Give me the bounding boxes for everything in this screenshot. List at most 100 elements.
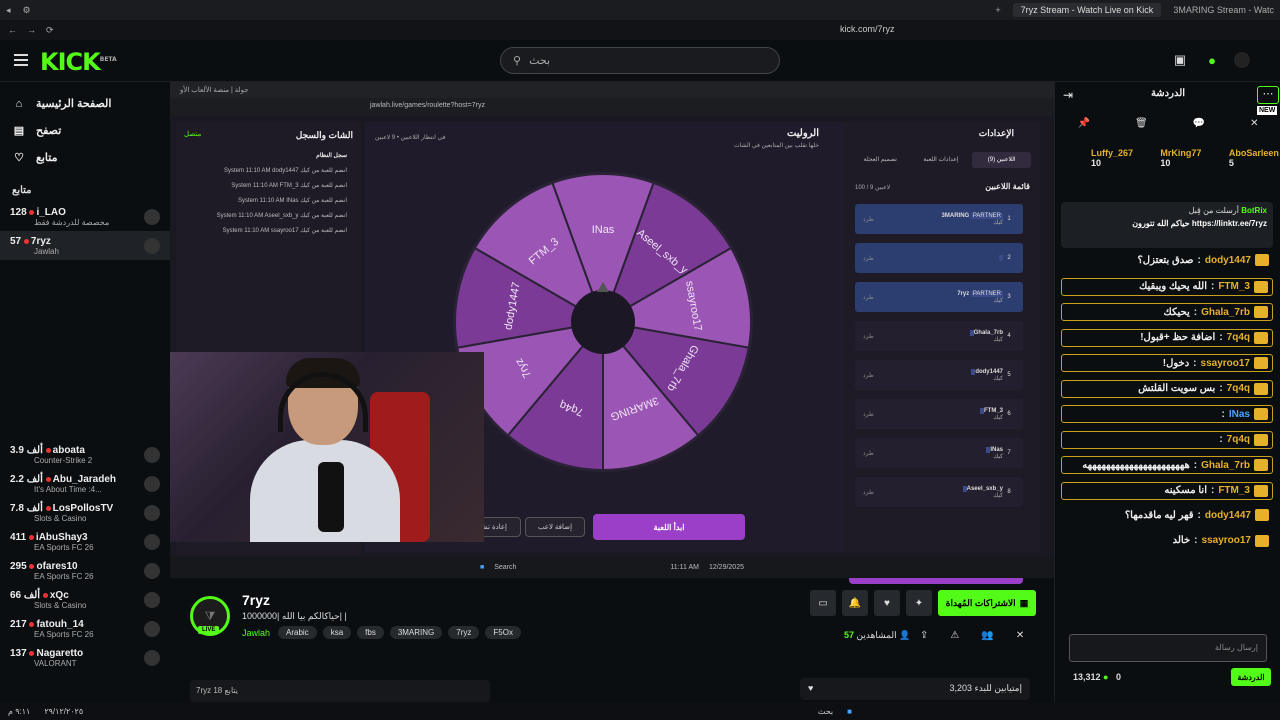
forward-arrow-icon[interactable]: → (27, 25, 36, 35)
notification-button[interactable]: 🔔 (842, 590, 868, 616)
chat-username[interactable]: 7q4q (1227, 332, 1250, 343)
leaderboard-entry[interactable]: MrKing77 10 (1160, 148, 1208, 168)
pinned-text[interactable]: حياكم الله تتورون https://linktr.ee/7ryz (1067, 219, 1267, 228)
kick-player-button[interactable]: طرد (863, 489, 874, 496)
share-icon[interactable]: ⇪ (920, 630, 928, 641)
kick-logo[interactable]: KICKBETA (40, 48, 117, 76)
message-icon[interactable]: 💬 (1193, 118, 1205, 129)
sidebar-channel[interactable]: 2.2 ألف Abu_Jaradeh It's About Time :4... (0, 469, 170, 498)
follow-button[interactable]: ♥ (874, 590, 900, 616)
pin-icon[interactable]: 📌 (1078, 118, 1090, 129)
kick-player-button[interactable]: طرد (863, 255, 874, 262)
nav-following[interactable]: متابع ♡ (0, 144, 170, 171)
reload-icon[interactable]: ⟳ (46, 25, 54, 36)
chat-username[interactable]: 7q4q (1227, 383, 1250, 394)
player-platform: كيك (993, 492, 1003, 499)
back-arrow-icon[interactable]: ← (8, 25, 17, 35)
sidebar-channel[interactable]: 137 Nagaretto VALORANT (0, 643, 170, 672)
tag[interactable]: 7ryz (448, 626, 480, 639)
search-input[interactable]: ⚲ بحث (500, 47, 780, 74)
chat-username[interactable]: ssayroo17 (1201, 358, 1250, 369)
add-player-button[interactable]: إضافة لاعب (525, 517, 585, 537)
partner-badge: PARTNER (970, 212, 1003, 219)
sidebar-channel[interactable]: 57 7ryz Jawlah (0, 231, 170, 260)
sidebar-channel[interactable]: 66 ألف xQc Slots & Casino (0, 585, 170, 614)
chat-username[interactable]: INas (1229, 409, 1250, 420)
chat-username[interactable]: dody1447 (1205, 510, 1251, 521)
kick-player-button[interactable]: طرد (863, 216, 874, 223)
mute-icon[interactable]: ✕ (1016, 630, 1024, 641)
chat-input[interactable]: إرسال رسالة (1069, 634, 1267, 662)
roulette-subtitle: خلها تقلب بين المتابعين في الشات (734, 143, 819, 149)
sidebar-channel[interactable]: 7.8 ألف LosPollosTV Slots & Casino (0, 498, 170, 527)
chat-username[interactable]: dody1447 (1205, 255, 1251, 266)
send-chat-button[interactable]: الدردشة (1231, 668, 1271, 686)
start-game-button[interactable]: ابدأ اللعبة (593, 514, 745, 540)
x-icon[interactable]: ✕ (1250, 118, 1258, 129)
chat-text: صدق بتعتزل؟ (1137, 254, 1194, 266)
chat-username[interactable]: FTM_3 (1218, 281, 1250, 292)
heart-icon[interactable]: ♥ (808, 683, 813, 695)
sidebar-channel[interactable]: 411 iAbuShay3 EA Sports FC 26 (0, 527, 170, 556)
chat-username[interactable]: 7q4q (1227, 434, 1250, 445)
roulette-wheel[interactable]: INas Aseel_sxb_yssayroo17Ghala_7rb3MARING… (453, 172, 753, 472)
gifted-subs-button[interactable]: الاشتراكات المُهداة ▦ (938, 590, 1036, 616)
badge-icon (1254, 484, 1268, 497)
tab-players[interactable]: اللاعبين (9) (972, 152, 1031, 168)
channel-viewers: 137 (10, 647, 27, 659)
avatar[interactable] (1234, 52, 1250, 68)
kick-player-button[interactable]: طرد (863, 372, 874, 379)
menu-icon[interactable] (14, 54, 28, 66)
kick-player-button[interactable]: طرد (863, 450, 874, 457)
kick-player-button[interactable]: طرد (863, 294, 874, 301)
url-field[interactable]: kick.com/7ryz (840, 24, 895, 34)
sidebar-channel[interactable]: 128 i_LAO مخصصة للدردشة فقط (0, 202, 170, 231)
stream-category[interactable]: Jawlah (242, 628, 270, 638)
kick-badge-icon[interactable]: ● (1204, 52, 1220, 68)
gift-sub-button[interactable]: ✦ (906, 590, 932, 616)
channel-points[interactable]: 13,312 ● 0 (1073, 672, 1121, 682)
tab-game-settings[interactable]: إعدادات اللعبة (912, 152, 971, 168)
chat-username[interactable]: ssayroo17 (1202, 535, 1251, 546)
leaderboard-entry[interactable]: AboSarleen 5 (1229, 148, 1280, 168)
wheel-hub[interactable] (571, 290, 635, 354)
wallet-icon[interactable]: ▣ (1172, 52, 1188, 68)
sidebar-channel[interactable]: 295 ofares10 EA Sports FC 26 (0, 556, 170, 585)
chat-message: FTM_3: انا مسكينه (1061, 481, 1273, 500)
pinned-sender[interactable]: BotRix (1241, 206, 1267, 215)
tag[interactable]: ksa (322, 626, 352, 639)
leaderboard-entry[interactable]: Luffy_267 10 (1091, 148, 1140, 168)
gifted-subs-label: الاشتراكات المُهداة (945, 597, 1016, 608)
more-options-icon[interactable]: ⋯ (1257, 86, 1279, 104)
channel-name: 7ryz (30, 235, 51, 247)
sidebar-channel[interactable]: 3.9 ألف aboata Counter-Strike 2 (0, 440, 170, 469)
new-tab-icon[interactable]: + (995, 5, 1000, 15)
kick-player-button[interactable]: طرد (863, 333, 874, 340)
chat-username[interactable]: Ghala_7rb (1201, 460, 1250, 471)
tag[interactable]: Arabic (278, 626, 317, 639)
taskbar-search[interactable]: بحث (818, 707, 833, 716)
channel-name[interactable]: 7ryz (242, 592, 270, 608)
kick-player-button[interactable]: طرد (863, 411, 874, 418)
chat-username[interactable]: FTM_3 (1218, 485, 1250, 496)
report-icon[interactable]: ⚠ (950, 630, 959, 641)
nav-home[interactable]: الصفحة الرئيسية ⌂ (0, 90, 170, 117)
users-icon[interactable]: 👥 (981, 630, 993, 641)
tab-wheel-design[interactable]: تصميم العجلة (851, 152, 910, 168)
back-icon[interactable]: ◂ (6, 5, 11, 16)
sidebar-channel[interactable]: 217 fatouh_14 EA Sports FC 26 (0, 614, 170, 643)
windows-start-icon[interactable]: ■ (847, 707, 852, 716)
tag[interactable]: fbs (357, 626, 384, 639)
settings-icon[interactable]: ⚙ (23, 5, 31, 16)
chat-username[interactable]: Ghala_7rb (1201, 307, 1250, 318)
microphone (318, 462, 344, 532)
tag[interactable]: F5Ox (485, 626, 521, 639)
delete-icon[interactable]: 🗑 (1135, 118, 1148, 129)
video-player[interactable]: جولة | منصة الألعاب الأو jawlah.live/gam… (170, 82, 1054, 584)
nav-browse[interactable]: تصفح ▤ (0, 117, 170, 144)
tab-active[interactable]: 7ryz Stream - Watch Live on Kick (1012, 3, 1162, 17)
tag[interactable]: 3MARING (389, 626, 443, 639)
tab-other[interactable]: 3MARING Stream - Watc (1173, 5, 1274, 15)
clip-button[interactable]: ▭ (810, 590, 836, 616)
player-number: 1 (1007, 216, 1011, 222)
